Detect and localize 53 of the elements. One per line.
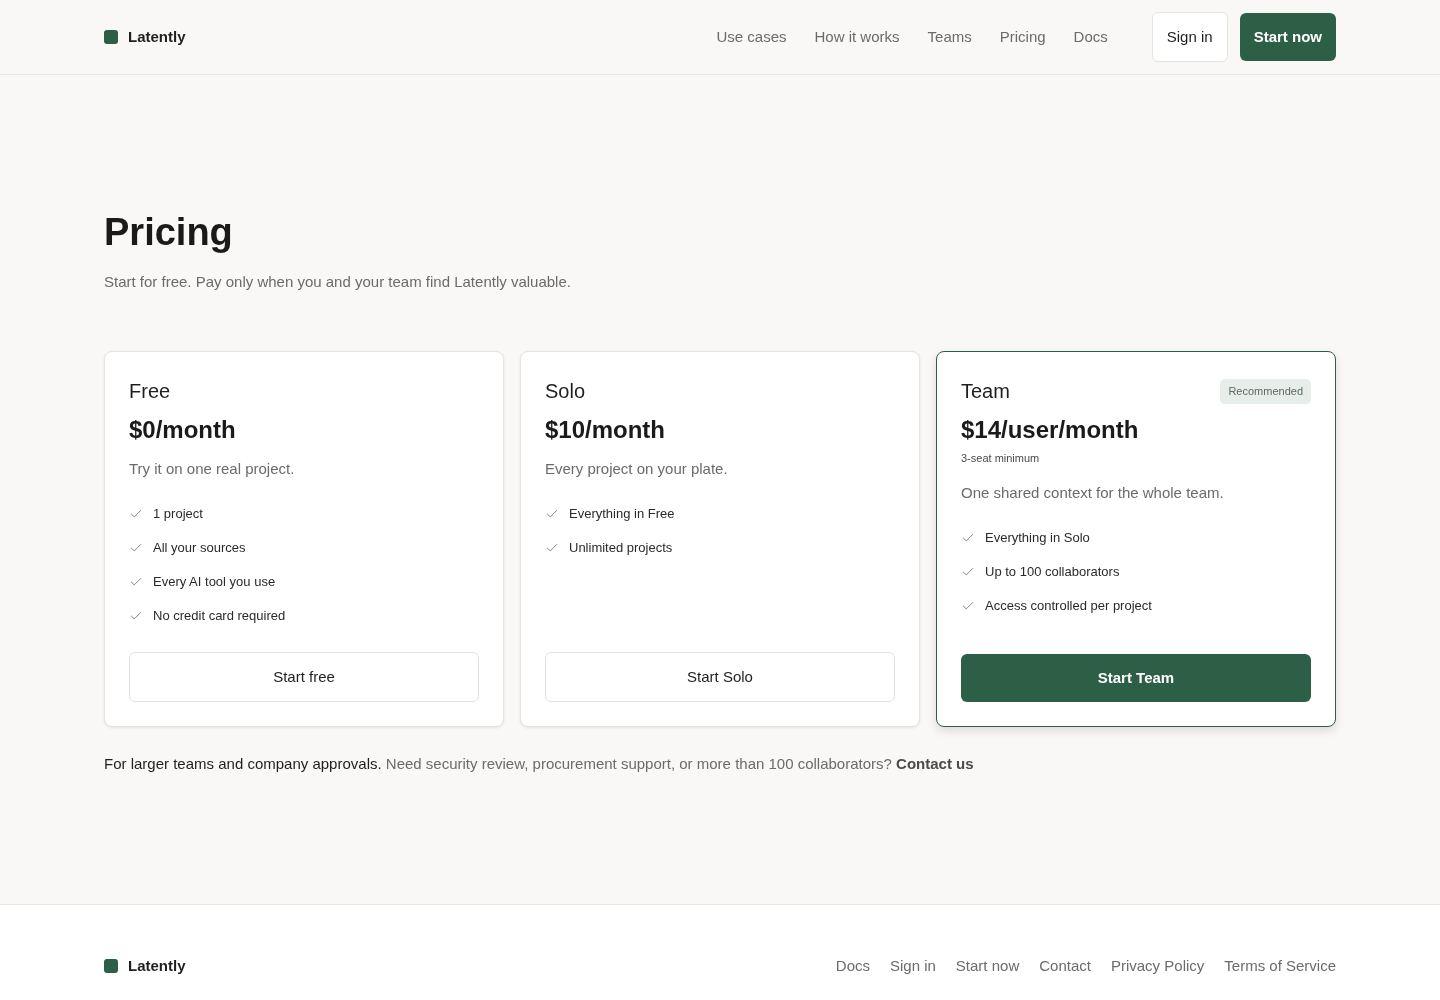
brand-name[interactable]: Latently <box>128 955 186 978</box>
contact-link[interactable]: Contact us <box>896 755 974 772</box>
plan-note: 3-seat minimum <box>961 451 1041 466</box>
footer-link[interactable]: Contact <box>1039 955 1091 978</box>
sign-in-button[interactable]: Sign in <box>1151 12 1228 62</box>
logo-icon <box>104 959 118 974</box>
feature-text: Up to 100 collaborators <box>985 563 1120 581</box>
footer-link[interactable]: Sign in <box>890 955 936 978</box>
feature-text: Access controlled per project <box>985 597 1152 615</box>
check-icon <box>545 541 559 555</box>
plan-price: $0/month <box>129 415 237 445</box>
check-icon <box>961 531 975 545</box>
start-plan-button[interactable]: Start Team <box>961 654 1311 702</box>
footer-link[interactable]: Start now <box>955 955 1020 978</box>
page-subtitle: Start for free. Pay only when you and your team find Latently valuable. <box>104 272 572 292</box>
logo-icon <box>104 30 118 44</box>
footer-link[interactable]: Terms of Service <box>1224 955 1336 978</box>
feature-text: All your sources <box>153 539 246 557</box>
feature-text: Everything in Free <box>569 505 675 523</box>
feature-text: No credit card required <box>153 607 286 625</box>
plan-name: Team <box>961 379 1010 404</box>
plan-price: $14/user/month <box>961 415 1140 445</box>
page-title: Pricing <box>104 210 234 255</box>
feature-text: 1 project <box>153 505 203 523</box>
nav-link[interactable]: How it works <box>814 25 900 49</box>
check-icon <box>129 541 143 555</box>
recommended-badge: Recommended <box>1220 378 1311 404</box>
check-icon <box>129 575 143 589</box>
check-icon <box>545 507 559 521</box>
check-icon <box>961 565 975 579</box>
feature-text: Unlimited projects <box>569 539 673 557</box>
plan-name: Solo <box>545 379 586 404</box>
footer-link[interactable]: Privacy Policy <box>1110 955 1205 978</box>
nav-link[interactable]: Pricing <box>999 25 1046 49</box>
nav-link[interactable]: Use cases <box>716 25 787 49</box>
plan-name: Free <box>129 379 171 404</box>
plan-description: Every project on your plate. <box>545 459 729 479</box>
footer-link[interactable]: Docs <box>835 955 870 978</box>
plan-price: $10/month <box>545 415 667 445</box>
plan-description: Try it on one real project. <box>129 459 296 479</box>
check-icon <box>961 599 975 613</box>
start-now-button[interactable]: Start now <box>1239 13 1336 61</box>
nav-link[interactable]: Teams <box>927 25 972 49</box>
start-plan-button[interactable]: Start Solo <box>545 652 895 702</box>
plan-description: One shared context for the whole team. <box>961 483 1225 503</box>
feature-text: Every AI tool you use <box>153 573 276 591</box>
enterprise-note: For larger teams and company approvals. Need security review, procurement support, or more than 100 collaborators? Contact us <box>104 754 975 774</box>
check-icon <box>129 609 143 623</box>
check-icon <box>129 507 143 521</box>
nav-link[interactable]: Docs <box>1073 25 1108 49</box>
start-plan-button[interactable]: Start free <box>129 652 479 702</box>
brand-name[interactable]: Latently <box>128 25 186 49</box>
feature-text: Everything in Solo <box>985 529 1090 547</box>
